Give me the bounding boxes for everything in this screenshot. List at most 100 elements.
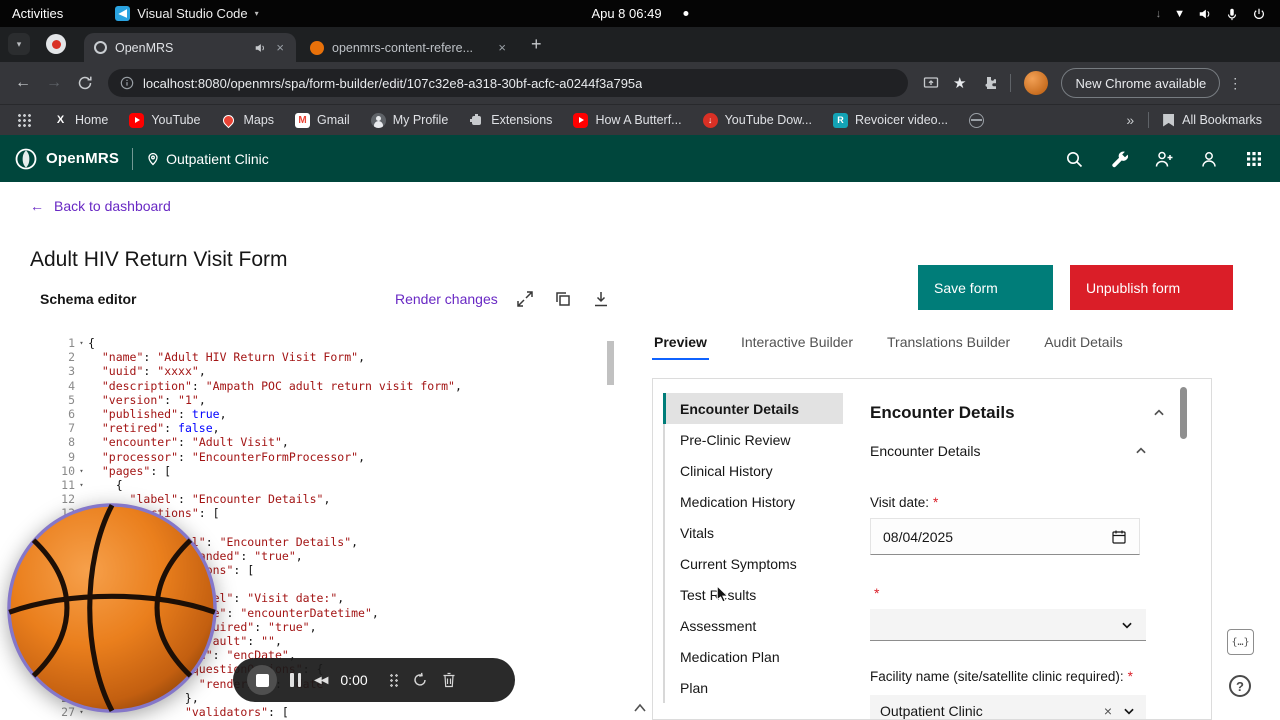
refresh-button[interactable] <box>77 75 93 91</box>
tab-audit-details[interactable]: Audit Details <box>1042 330 1125 360</box>
bookmark-home[interactable]: Home <box>53 113 108 128</box>
json-toggle-button[interactable]: {…} <box>1227 629 1254 655</box>
bookmark-revoicer-video[interactable]: Revoicer video... <box>832 112 948 128</box>
volume-icon[interactable] <box>1198 7 1212 21</box>
browser-menu-button[interactable]: ⋮ <box>1228 75 1242 92</box>
app-switcher-icon[interactable] <box>1244 149 1264 169</box>
preview-nav-test-results[interactable]: Test Results <box>663 579 843 610</box>
bookmark-gmail[interactable]: Gmail <box>295 112 350 128</box>
tab-audio-icon[interactable] <box>254 42 266 54</box>
browser-tab-openmrs[interactable]: OpenMRS × <box>84 33 296 62</box>
tab-search-button[interactable]: ▾ <box>8 33 30 55</box>
code-line-8[interactable]: 8 "encounter": "Adult Visit", <box>45 435 615 449</box>
search-icon[interactable] <box>1064 149 1084 169</box>
stop-recording-button[interactable] <box>247 665 277 695</box>
preview-nav-plan[interactable]: Plan <box>663 672 843 703</box>
preview-nav-medication-history[interactable]: Medication History <box>663 486 843 517</box>
clear-selection-icon[interactable]: × <box>1104 703 1112 719</box>
fold-icon[interactable]: ▾ <box>75 464 88 478</box>
code-line-10[interactable]: 10 ▾ "pages": [ <box>45 464 615 478</box>
microphone-icon[interactable] <box>1225 7 1239 21</box>
bookmark-youtube[interactable]: YouTube <box>129 112 200 128</box>
bookmarks-overflow-chevron[interactable]: » <box>1126 112 1134 128</box>
download-indicator-icon[interactable]: ↓ <box>1156 8 1162 20</box>
preview-nav-encounter-details[interactable]: Encounter Details <box>663 393 843 424</box>
address-bar[interactable]: localhost:8080/openmrs/spa/form-builder/… <box>108 69 908 97</box>
save-form-button[interactable]: Save form <box>918 265 1053 310</box>
facility-combobox[interactable]: Outpatient Clinic × <box>870 695 1146 719</box>
chevron-up-icon[interactable] <box>1152 406 1166 420</box>
code-line-2[interactable]: 2 "name": "Adult HIV Return Visit Form", <box>45 350 615 364</box>
bookmark-globe[interactable] <box>969 112 985 128</box>
fold-icon[interactable]: ▾ <box>75 478 88 492</box>
cast-icon[interactable] <box>923 75 939 91</box>
drag-handle-icon[interactable] <box>389 672 400 688</box>
bookmark-my-profile[interactable]: My Profile <box>370 112 448 128</box>
bookmark-maps[interactable]: Maps <box>221 113 274 128</box>
activities-button[interactable]: Activities <box>12 6 63 21</box>
power-icon[interactable] <box>1252 7 1266 21</box>
empty-dropdown[interactable] <box>870 609 1146 641</box>
extensions-puzzle-icon[interactable] <box>981 75 997 91</box>
code-line-7[interactable]: 7 "retired": false, <box>45 421 615 435</box>
preview-nav-clinical-history[interactable]: Clinical History <box>663 455 843 486</box>
code-line-9[interactable]: 9 "processor": "EncounterFormProcessor", <box>45 450 615 464</box>
preview-nav-current-symptoms[interactable]: Current Symptoms <box>663 548 843 579</box>
bookmark-star-icon[interactable]: ★ <box>953 74 966 92</box>
add-user-icon[interactable] <box>1154 149 1174 169</box>
location-button[interactable]: Outpatient Clinic <box>146 151 269 167</box>
download-schema-icon[interactable] <box>591 289 611 309</box>
help-button[interactable]: ? <box>1229 675 1251 697</box>
copy-schema-icon[interactable] <box>553 289 573 309</box>
forward-button[interactable]: → <box>46 74 62 92</box>
preview-scrollbar[interactable] <box>1180 387 1187 439</box>
tab-close-button[interactable]: × <box>496 40 508 55</box>
editor-scrollbar[interactable] <box>607 341 614 385</box>
tab-interactive-builder[interactable]: Interactive Builder <box>739 330 855 360</box>
code-line-3[interactable]: 3 "uuid": "xxxx", <box>45 364 615 378</box>
implementer-tools-icon[interactable] <box>1109 149 1129 169</box>
bookmark-youtube-dow[interactable]: YouTube Dow... <box>702 112 812 128</box>
user-icon[interactable] <box>1199 149 1219 169</box>
rewind-button[interactable]: ◀◀ <box>314 675 328 686</box>
collapse-chevron-icon[interactable] <box>631 700 649 716</box>
tab-close-button[interactable]: × <box>274 40 286 55</box>
code-line-1[interactable]: 1 ▾{ <box>45 336 615 350</box>
code-line-11[interactable]: 11 ▾ { <box>45 478 615 492</box>
bookmark-how-a-butterf[interactable]: How A Butterf... <box>573 112 682 128</box>
preview-nav-vitals[interactable]: Vitals <box>663 517 843 548</box>
back-to-dashboard-link[interactable]: ← Back to dashboard <box>30 198 171 214</box>
clock[interactable]: Apu 8 06:49 <box>591 6 689 21</box>
render-changes-link[interactable]: Render changes <box>395 291 498 307</box>
apps-grid-icon[interactable] <box>17 113 31 127</box>
new-tab-button[interactable]: + <box>531 34 542 55</box>
delete-recording-button[interactable] <box>441 672 457 688</box>
all-bookmarks-button[interactable]: All Bookmarks <box>1163 113 1262 127</box>
site-info-icon[interactable] <box>120 76 134 90</box>
preview-nav-pre-clinic-review[interactable]: Pre-Clinic Review <box>663 424 843 455</box>
fold-icon[interactable]: ▾ <box>75 336 88 350</box>
chevron-up-icon[interactable] <box>1134 444 1148 458</box>
openmrs-logo-icon[interactable] <box>14 147 38 171</box>
profile-avatar[interactable] <box>1024 71 1049 95</box>
browser-tab-content-reference[interactable]: openmrs-content-refere... × <box>300 33 518 62</box>
pause-button[interactable] <box>290 673 301 687</box>
maximize-editor-icon[interactable] <box>515 289 535 309</box>
unpublish-form-button[interactable]: Unpublish form <box>1070 265 1233 310</box>
code-line-5[interactable]: 5 "version": "1", <box>45 393 615 407</box>
tab-preview[interactable]: Preview <box>652 330 709 360</box>
back-button[interactable]: ← <box>15 74 31 92</box>
restart-recording-button[interactable] <box>412 672 428 688</box>
preview-nav-assessment[interactable]: Assessment <box>663 610 843 641</box>
calendar-icon[interactable] <box>1111 529 1127 545</box>
app-menu[interactable]: Visual Studio Code ▾ <box>115 6 259 21</box>
chrome-update-chip[interactable]: New Chrome available <box>1061 68 1221 98</box>
preview-nav-medication-plan[interactable]: Medication Plan <box>663 641 843 672</box>
brand-name[interactable]: OpenMRS <box>46 150 119 167</box>
bookmark-extensions[interactable]: Extensions <box>469 113 552 128</box>
tab-translations-builder[interactable]: Translations Builder <box>885 330 1012 360</box>
code-line-4[interactable]: 4 "description": "Ampath POC adult retur… <box>45 379 615 393</box>
visit-date-input[interactable]: 08/04/2025 <box>870 518 1140 555</box>
recording-indicator[interactable] <box>46 34 66 54</box>
network-icon[interactable]: ▼ <box>1174 8 1185 20</box>
